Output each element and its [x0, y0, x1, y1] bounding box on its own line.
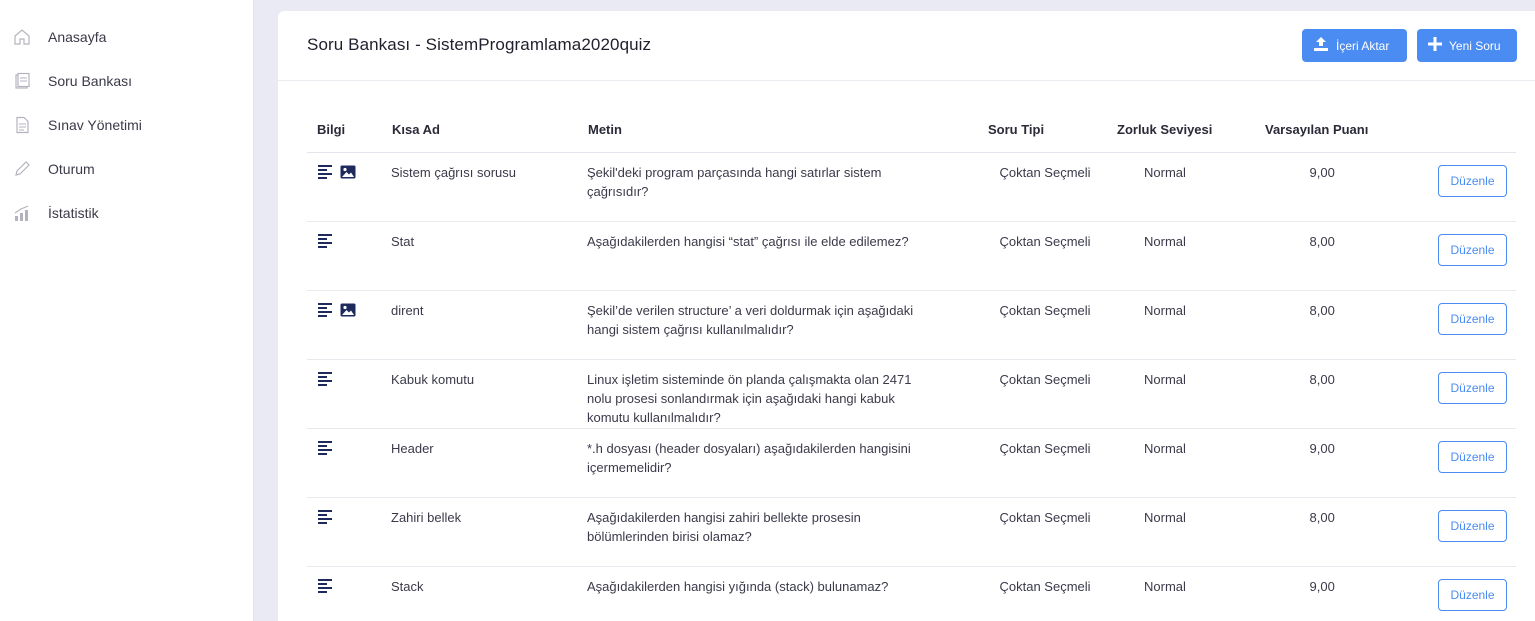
page-title: Soru Bankası - SistemProgramlama2020quiz: [307, 35, 652, 54]
text-content-icon: [318, 372, 334, 391]
column-header-text: Metin: [588, 122, 622, 137]
short-name-cell: Sistem çağrısı sorusu: [391, 165, 516, 180]
info-cell: [318, 372, 334, 391]
home-icon: [12, 27, 32, 47]
text-content-icon: [318, 165, 334, 184]
column-header-score: Varsayılan Puanı: [1265, 122, 1369, 137]
info-cell: [318, 165, 356, 184]
score-cell: 9,00: [1309, 441, 1335, 456]
edit-button[interactable]: Düzenle: [1438, 579, 1507, 611]
table-row: dirent Şekil’de verilen structure’ a veri…: [307, 291, 1516, 360]
image-icon: [340, 165, 356, 184]
text-content-icon: [318, 510, 334, 529]
card-header: Soru Bankası - SistemProgramlama2020quiz…: [278, 11, 1535, 81]
question-text-cell: Linux işletim sisteminde ön planda çalış…: [587, 372, 912, 425]
difficulty-cell: Normal: [1144, 579, 1186, 594]
table-row: Sistem çağrısı sorusu Şekil'deki program …: [307, 153, 1516, 222]
info-cell: [318, 441, 334, 460]
sidebar-item-label: Oturum: [48, 161, 95, 177]
short-name-cell: Stat: [391, 234, 415, 249]
question-text-cell: Şekil'deki program parçasında hangi satı…: [587, 165, 882, 199]
question-text-cell: Aşağıdakilerden hangisi yığında (stack) …: [587, 579, 889, 594]
short-name-cell: dirent: [391, 303, 424, 318]
column-header-type: Soru Tipi: [988, 122, 1045, 137]
short-name-cell: Stack: [391, 579, 424, 594]
sidebar-item-statistics[interactable]: İstatistik: [0, 191, 254, 235]
question-text-cell: Aşağıdakilerden hangisi “stat” çağrısı i…: [587, 234, 909, 249]
question-text-cell: Aşağıdakilerden hangisi zahiri bellekte …: [587, 510, 861, 544]
score-cell: 8,00: [1309, 510, 1335, 525]
table-row: Kabuk komutu Linux işletim sisteminde ön …: [307, 360, 1516, 429]
edit-button[interactable]: Düzenle: [1438, 234, 1507, 266]
short-name-cell: Header: [391, 441, 434, 456]
column-header-difficulty: Zorluk Seviyesi: [1117, 122, 1213, 137]
new-question-button[interactable]: Yeni Soru: [1417, 29, 1517, 62]
score-cell: 9,00: [1309, 165, 1335, 180]
sidebar: Anasayfa Soru Bankası Sınav Yönetimi Otu…: [0, 0, 254, 621]
question-type-cell: Çoktan Seçmeli: [999, 510, 1091, 525]
question-bank-icon: [12, 71, 32, 91]
difficulty-cell: Normal: [1144, 303, 1186, 318]
score-cell: 8,00: [1309, 372, 1335, 387]
edit-button[interactable]: Düzenle: [1438, 510, 1507, 542]
edit-button[interactable]: Düzenle: [1438, 303, 1507, 335]
text-content-icon: [318, 303, 334, 322]
short-name-cell: Zahiri bellek: [391, 510, 462, 525]
sidebar-item-label: Anasayfa: [48, 29, 107, 45]
difficulty-cell: Normal: [1144, 441, 1186, 456]
table-row: Header *.h dosyası (header dosyaları) aşa…: [307, 429, 1516, 498]
upload-icon: [1312, 35, 1330, 56]
sidebar-item-question-bank[interactable]: Soru Bankası: [0, 59, 254, 103]
info-cell: [318, 303, 356, 322]
chart-icon: [12, 203, 32, 223]
edit-button[interactable]: Düzenle: [1438, 441, 1507, 473]
question-type-cell: Çoktan Seçmeli: [999, 303, 1091, 318]
sidebar-item-label: Sınav Yönetimi: [48, 117, 142, 133]
column-header-info: Bilgi: [317, 122, 346, 137]
new-question-button-label: Yeni Soru: [1449, 38, 1501, 53]
info-cell: [318, 510, 334, 529]
info-cell: [318, 579, 334, 598]
question-type-cell: Çoktan Seçmeli: [999, 234, 1091, 249]
text-content-icon: [318, 441, 334, 460]
question-text-cell: *.h dosyası (header dosyaları) aşağıdaki…: [587, 441, 911, 475]
import-button[interactable]: İçeri Aktar: [1302, 29, 1407, 62]
short-name-cell: Kabuk komutu: [391, 372, 475, 387]
difficulty-cell: Normal: [1144, 372, 1186, 387]
edit-button[interactable]: Düzenle: [1438, 372, 1507, 404]
question-type-cell: Çoktan Seçmeli: [999, 165, 1091, 180]
pencil-icon: [12, 159, 32, 179]
table-row: Stack Aşağıdakilerden hangisi yığında (st…: [307, 567, 1516, 621]
info-cell: [318, 234, 334, 253]
table-row: Stat Aşağıdakilerden hangisi “stat” çağrı…: [307, 222, 1516, 291]
column-header-short-name: Kısa Ad: [392, 122, 440, 137]
question-text-cell: Şekil’de verilen structure’ a veri doldu…: [587, 303, 914, 337]
score-cell: 8,00: [1309, 303, 1335, 318]
text-content-icon: [318, 579, 334, 598]
table-row: Zahiri bellek Aşağıdakilerden hangisi zah…: [307, 498, 1516, 567]
text-content-icon: [318, 234, 334, 253]
question-type-cell: Çoktan Seçmeli: [999, 372, 1091, 387]
difficulty-cell: Normal: [1144, 234, 1186, 249]
score-cell: 9,00: [1309, 579, 1335, 594]
difficulty-cell: Normal: [1144, 165, 1186, 180]
sidebar-item-home[interactable]: Anasayfa: [0, 15, 254, 59]
sidebar-item-session[interactable]: Oturum: [0, 147, 254, 191]
plus-icon: [1427, 36, 1443, 55]
sidebar-item-label: Soru Bankası: [48, 73, 133, 89]
import-button-label: İçeri Aktar: [1336, 38, 1390, 53]
image-icon: [340, 303, 356, 322]
document-icon: [12, 115, 32, 135]
sidebar-item-exam-management[interactable]: Sınav Yönetimi: [0, 103, 254, 147]
edit-button[interactable]: Düzenle: [1438, 165, 1507, 197]
difficulty-cell: Normal: [1144, 510, 1186, 525]
sidebar-item-label: İstatistik: [48, 205, 99, 221]
question-type-cell: Çoktan Seçmeli: [999, 441, 1091, 456]
score-cell: 8,00: [1309, 234, 1335, 249]
question-type-cell: Çoktan Seçmeli: [999, 579, 1091, 594]
question-bank-card: Soru Bankası - SistemProgramlama2020quiz…: [278, 11, 1535, 621]
